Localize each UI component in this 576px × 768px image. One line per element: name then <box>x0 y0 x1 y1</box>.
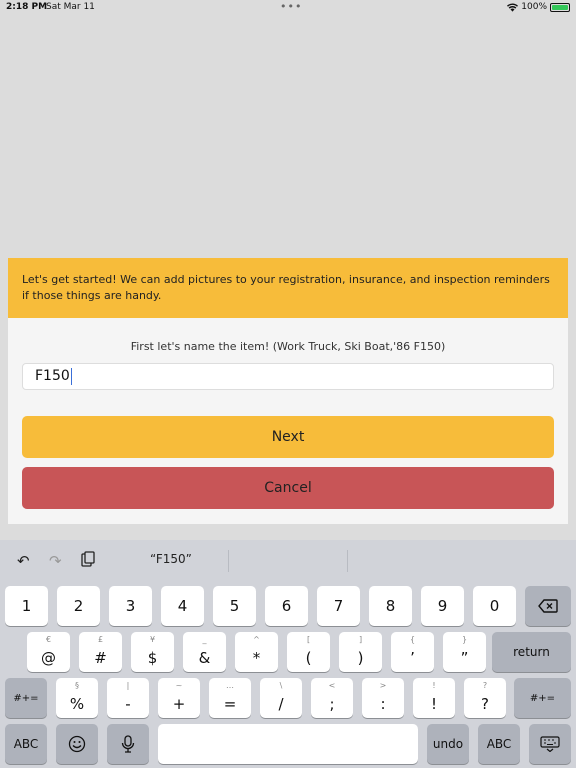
delete-icon <box>538 599 558 613</box>
onboarding-dialog: Let's get started! We can add pictures t… <box>8 258 568 524</box>
symbol-key[interactable]: !! <box>413 678 455 718</box>
battery-charging-icon <box>550 2 570 12</box>
symbol-key[interactable]: [( <box>287 632 330 672</box>
status-time: 2:18 PM <box>6 2 48 12</box>
key-4[interactable]: 4 <box>161 586 204 626</box>
symbol-key[interactable]: £ # <box>79 632 122 672</box>
space-key[interactable] <box>158 724 418 764</box>
symbol-key[interactable]: ]) <box>339 632 382 672</box>
hide-keyboard-key[interactable] <box>529 724 571 764</box>
undo-icon[interactable]: ↶ <box>17 552 30 570</box>
key-0[interactable]: 0 <box>473 586 516 626</box>
keyboard-hide-icon <box>540 736 560 752</box>
battery-percent: 100% <box>521 2 547 12</box>
item-name-value: F150 <box>35 368 70 384</box>
multitasking-dots[interactable]: ••• <box>280 0 302 13</box>
symbols-toggle-key-left[interactable]: #+= <box>5 678 47 718</box>
symbol-key[interactable]: ^ * <box>235 632 278 672</box>
key-6[interactable]: 6 <box>265 586 308 626</box>
item-name-input[interactable]: F150 <box>22 363 554 390</box>
paste-icon[interactable] <box>81 551 95 567</box>
symbol-key[interactable]: <; <box>311 678 353 718</box>
key-3[interactable]: 3 <box>109 586 152 626</box>
key-5[interactable]: 5 <box>213 586 256 626</box>
key-1[interactable]: 1 <box>5 586 48 626</box>
suggestion-item[interactable]: “F150” <box>150 552 192 566</box>
cancel-button[interactable]: Cancel <box>22 467 554 509</box>
symbol-key[interactable]: ?? <box>464 678 506 718</box>
symbol-key[interactable]: §% <box>56 678 98 718</box>
redo-icon[interactable]: ↷ <box>49 552 62 570</box>
symbols-toggle-key-right[interactable]: #+= <box>514 678 571 718</box>
emoji-key[interactable] <box>56 724 98 764</box>
suggestion-divider <box>347 550 348 572</box>
status-bar: 2:18 PM Sat Mar 11 ••• 100% <box>0 0 576 16</box>
text-caret <box>70 367 72 385</box>
symbol-key[interactable]: \ / <box>260 678 302 718</box>
symbol-key[interactable]: {’ <box>391 632 434 672</box>
emoji-icon <box>68 735 86 753</box>
symbol-key[interactable]: ¥ $ <box>131 632 174 672</box>
suggestion-bar: ↶ ↷ “F150” <box>0 540 576 580</box>
status-right: 100% <box>507 2 570 12</box>
wifi-icon <box>507 2 519 12</box>
symbol-key[interactable]: }” <box>443 632 486 672</box>
keyboard: ↶ ↷ “F150” 1234567890 € @ £ # ¥ $ _ & ^ *[(]){’}”… <box>0 540 576 768</box>
key-7[interactable]: 7 <box>317 586 360 626</box>
abc-key-left[interactable]: ABC <box>5 724 47 764</box>
key-9[interactable]: 9 <box>421 586 464 626</box>
dictation-key[interactable] <box>107 724 149 764</box>
name-prompt: First let's name the item! (Work Truck, … <box>130 340 446 353</box>
symbol-key[interactable]: € @ <box>27 632 70 672</box>
abc-key-right[interactable]: ABC <box>478 724 520 764</box>
symbol-key[interactable]: | - <box>107 678 149 718</box>
delete-key[interactable] <box>525 586 571 626</box>
microphone-icon <box>121 735 135 753</box>
symbol-key[interactable]: >: <box>362 678 404 718</box>
symbol-key[interactable]: ~ + <box>158 678 200 718</box>
symbol-key[interactable]: … = <box>209 678 251 718</box>
status-date: Sat Mar 11 <box>46 2 95 12</box>
dialog-header: Let's get started! We can add pictures t… <box>8 258 568 318</box>
return-key[interactable]: return <box>492 632 571 672</box>
symbol-key[interactable]: _ & <box>183 632 226 672</box>
key-8[interactable]: 8 <box>369 586 412 626</box>
key-2[interactable]: 2 <box>57 586 100 626</box>
undo-key[interactable]: undo <box>427 724 469 764</box>
next-button[interactable]: Next <box>22 416 554 458</box>
suggestion-divider <box>228 550 229 572</box>
